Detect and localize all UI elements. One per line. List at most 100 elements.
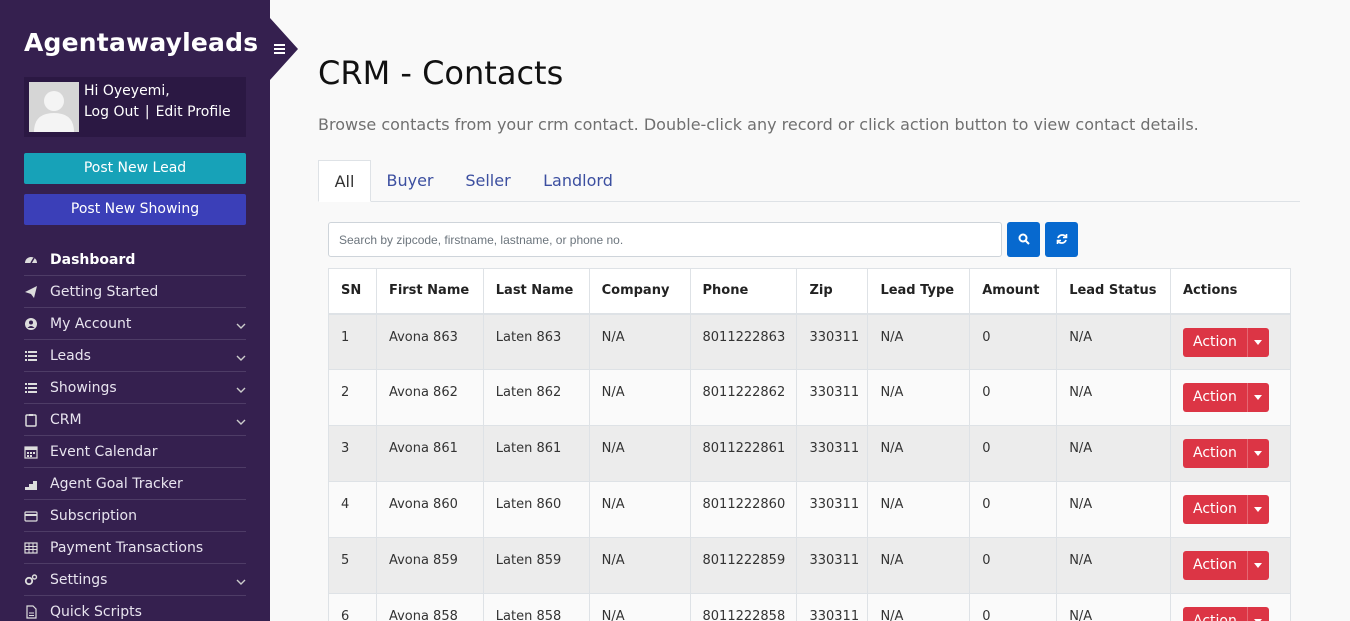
brand-logo[interactable]: Agentawayleads bbox=[24, 28, 258, 57]
table-row[interactable]: 5 Avona 859 Laten 859 N/A 8011222859 330311 N/… bbox=[328, 537, 1291, 594]
refresh-icon bbox=[1056, 230, 1068, 249]
table-row[interactable]: 1 Avona 863 Laten 863 N/A 8011222863 330311 N/… bbox=[328, 313, 1291, 370]
caret-down-icon[interactable] bbox=[1246, 383, 1269, 412]
sidebar-toggle-button[interactable] bbox=[270, 18, 298, 80]
table-cell: 2 bbox=[328, 369, 377, 426]
table-cell: N/A bbox=[1056, 425, 1171, 482]
table-cell: 8011222858 bbox=[689, 593, 798, 621]
action-label: Action bbox=[1193, 333, 1237, 350]
table-cell: N/A bbox=[588, 481, 691, 538]
sidebar-item-label: CRM bbox=[50, 411, 82, 428]
chevron-down-icon bbox=[236, 351, 246, 361]
table-cell: 0 bbox=[969, 481, 1058, 538]
caret-down-icon[interactable] bbox=[1246, 439, 1269, 468]
table-cell: Avona 860 bbox=[375, 481, 484, 538]
table-cell: Laten 863 bbox=[482, 313, 590, 370]
actions-cell: Action bbox=[1170, 313, 1291, 370]
table-cell: N/A bbox=[867, 593, 971, 621]
action-dropdown-button[interactable]: Action bbox=[1183, 439, 1269, 468]
table-cell: 5 bbox=[328, 537, 377, 594]
caret-down-icon[interactable] bbox=[1246, 495, 1269, 524]
sidebar-item-label: Settings bbox=[50, 571, 108, 588]
dashboard-icon bbox=[24, 253, 38, 267]
table-row[interactable]: 2 Avona 862 Laten 862 N/A 8011222862 330311 N/… bbox=[328, 369, 1291, 426]
table-cell: 8011222860 bbox=[689, 481, 798, 538]
post-new-lead-button[interactable]: Post New Lead bbox=[24, 153, 246, 184]
tab-buyer[interactable]: Buyer bbox=[378, 160, 442, 202]
contact-tabs: All Buyer Seller Landlord bbox=[318, 160, 1300, 202]
column-header: Zip bbox=[796, 268, 869, 315]
link-separator: | bbox=[144, 104, 150, 120]
action-dropdown-button[interactable]: Action bbox=[1183, 607, 1269, 621]
search-button[interactable] bbox=[1007, 222, 1040, 257]
column-header: Amount bbox=[969, 268, 1058, 315]
action-dropdown-button[interactable]: Action bbox=[1183, 383, 1269, 412]
sidebar-item-dashboard[interactable]: Dashboard bbox=[24, 244, 246, 276]
actions-cell: Action bbox=[1170, 481, 1291, 538]
table-cell: 0 bbox=[969, 425, 1058, 482]
caret-down-icon[interactable] bbox=[1246, 327, 1269, 357]
table-row[interactable]: 3 Avona 861 Laten 861 N/A 8011222861 330311 N/… bbox=[328, 425, 1291, 482]
avatar bbox=[29, 82, 79, 132]
sidebar-item-event-calendar[interactable]: Event Calendar bbox=[24, 436, 246, 468]
table-cell: 330311 bbox=[796, 481, 869, 538]
table-cell: N/A bbox=[867, 369, 971, 426]
sidebar-item-label: Payment Transactions bbox=[50, 539, 204, 556]
calendar-icon bbox=[24, 445, 38, 459]
tab-landlord[interactable]: Landlord bbox=[536, 160, 620, 202]
sidebar-item-agent-goal-tracker[interactable]: Agent Goal Tracker bbox=[24, 468, 246, 500]
caret-down-icon[interactable] bbox=[1246, 607, 1269, 621]
sidebar-item-my-account[interactable]: My Account bbox=[24, 308, 246, 340]
action-dropdown-button[interactable]: Action bbox=[1183, 551, 1269, 580]
table-cell: 8011222861 bbox=[689, 425, 798, 482]
sidebar-item-payment-transactions[interactable]: Payment Transactions bbox=[24, 532, 246, 564]
tab-all[interactable]: All bbox=[318, 160, 371, 202]
table-cell: 4 bbox=[328, 481, 377, 538]
sidebar-item-settings[interactable]: Settings bbox=[24, 564, 246, 596]
refresh-button[interactable] bbox=[1045, 222, 1078, 257]
clipboard-icon bbox=[24, 413, 38, 427]
column-header: Lead Type bbox=[867, 268, 971, 315]
sidebar-item-subscription[interactable]: Subscription bbox=[24, 500, 246, 532]
chevron-down-icon bbox=[236, 415, 246, 425]
chevron-down-icon bbox=[236, 319, 246, 329]
sidebar-item-leads[interactable]: Leads bbox=[24, 340, 246, 372]
action-label: Action bbox=[1193, 501, 1237, 517]
tab-seller[interactable]: Seller bbox=[458, 160, 518, 202]
table-cell: Laten 858 bbox=[482, 593, 590, 621]
sidebar-item-label: My Account bbox=[50, 315, 132, 332]
table-cell: Avona 861 bbox=[375, 425, 484, 482]
sidebar-item-getting-started[interactable]: Getting Started bbox=[24, 276, 246, 308]
sidebar-item-label: Showings bbox=[50, 379, 117, 396]
table-cell: N/A bbox=[867, 313, 971, 370]
table-cell: N/A bbox=[867, 537, 971, 594]
sidebar-item-showings[interactable]: Showings bbox=[24, 372, 246, 404]
column-header: Actions bbox=[1170, 268, 1291, 315]
table-cell: 330311 bbox=[796, 369, 869, 426]
table-cell: Avona 858 bbox=[375, 593, 484, 621]
table-cell: 8011222862 bbox=[689, 369, 798, 426]
sidebar-item-crm[interactable]: CRM bbox=[24, 404, 246, 436]
table-header-row: SN First Name Last Name Company Phone Zip Lead… bbox=[328, 268, 1291, 315]
table-cell: N/A bbox=[1056, 537, 1171, 594]
actions-cell: Action bbox=[1170, 425, 1291, 482]
action-dropdown-button[interactable]: Action bbox=[1183, 495, 1269, 524]
search-input[interactable] bbox=[328, 222, 1002, 257]
table-cell: 1 bbox=[328, 313, 377, 370]
action-dropdown-button[interactable]: Action bbox=[1183, 327, 1269, 357]
table-row[interactable]: 4 Avona 860 Laten 860 N/A 8011222860 330311 N/… bbox=[328, 481, 1291, 538]
post-new-showing-button[interactable]: Post New Showing bbox=[24, 194, 246, 225]
logout-link[interactable]: Log Out bbox=[84, 104, 139, 120]
edit-profile-link[interactable]: Edit Profile bbox=[156, 104, 231, 120]
action-label: Action bbox=[1193, 613, 1237, 621]
stairs-icon bbox=[24, 477, 38, 491]
table-row[interactable]: 6 Avona 858 Laten 858 N/A 8011222858 330311 N/… bbox=[328, 593, 1291, 621]
caret-down-icon[interactable] bbox=[1246, 551, 1269, 580]
table-cell: N/A bbox=[1056, 369, 1171, 426]
column-header: Last Name bbox=[482, 268, 590, 315]
table-cell: 8011222863 bbox=[689, 313, 798, 370]
table-cell: 0 bbox=[969, 537, 1058, 594]
sidebar-item-quick-scripts[interactable]: Quick Scripts bbox=[24, 596, 246, 621]
sidebar-item-label: Dashboard bbox=[50, 251, 136, 268]
actions-cell: Action bbox=[1170, 593, 1291, 621]
